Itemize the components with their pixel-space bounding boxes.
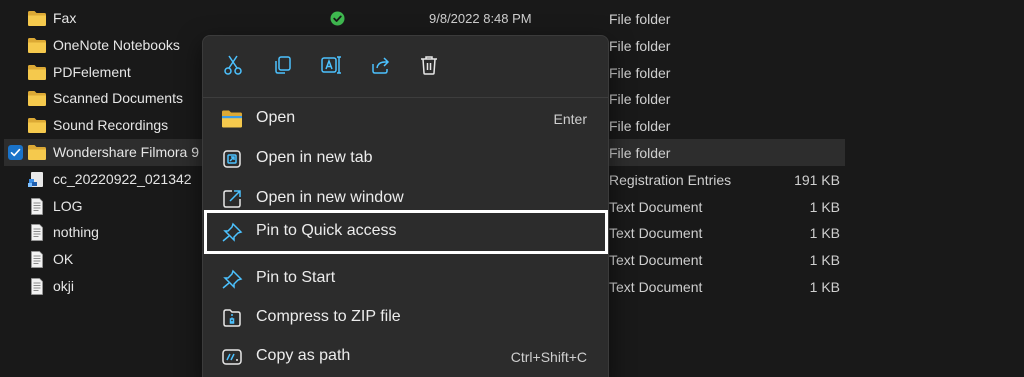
- synced-check-icon: [330, 11, 345, 26]
- menu-item-pin-quick-access[interactable]: Pin to Quick access: [204, 210, 608, 254]
- menu-item-label: Open in new tab: [256, 149, 373, 166]
- new-window-icon: [223, 190, 241, 208]
- file-size: 1 KB: [809, 279, 840, 295]
- text-file-icon: [31, 251, 43, 269]
- file-type: Text Document: [609, 198, 703, 215]
- text-file-icon: [31, 224, 43, 242]
- checkmark-icon: [10, 148, 21, 157]
- new-tab-icon: [223, 150, 241, 168]
- registry-file-icon: [28, 171, 43, 187]
- file-name: cc_20220922_021342: [53, 170, 192, 187]
- folder-icon: [28, 37, 46, 53]
- copy-path-icon: [222, 349, 242, 365]
- cut-button[interactable]: [221, 53, 245, 77]
- file-name: OneNote Notebooks: [53, 36, 180, 53]
- pin-icon: [222, 222, 243, 242]
- file-row-fax[interactable]: Fax 9/8/2022 8:48 PM File folder: [0, 5, 1024, 32]
- file-type: File folder: [609, 11, 671, 27]
- shortcut-label: Enter: [553, 111, 587, 127]
- file-size: 191 KB: [794, 171, 840, 188]
- folder-icon: [28, 118, 46, 134]
- menu-item-label: Open in new window: [256, 189, 404, 206]
- text-file-icon: [31, 197, 43, 215]
- file-name: LOG: [53, 197, 83, 214]
- menu-item-open[interactable]: Open Enter: [207, 100, 605, 138]
- share-button[interactable]: [368, 53, 392, 77]
- file-name: Fax: [53, 10, 77, 26]
- share-icon: [372, 57, 390, 74]
- file-name: Scanned Documents: [53, 90, 183, 107]
- rename-button[interactable]: [319, 53, 343, 77]
- file-type: Registration Entries: [609, 171, 732, 188]
- menu-item-label: Pin to Quick access: [256, 222, 397, 239]
- file-name: Wondershare Filmora 9: [53, 144, 200, 160]
- file-size: 1 KB: [809, 252, 840, 269]
- file-name: nothing: [53, 224, 99, 241]
- menu-item-label: Copy as path: [256, 347, 351, 364]
- menu-item-label: Compress to ZIP file: [256, 308, 401, 325]
- file-type: Text Document: [609, 225, 703, 242]
- menu-item-label: Open: [256, 109, 296, 126]
- zip-icon: [223, 309, 241, 327]
- menu-item-open-new-tab[interactable]: Open in new tab: [207, 140, 605, 178]
- folder-open-icon: [222, 110, 242, 128]
- file-type: File folder: [609, 37, 671, 54]
- file-size: 1 KB: [809, 225, 840, 242]
- file-type: File folder: [609, 64, 671, 81]
- menu-item-compress-zip[interactable]: Compress to ZIP file: [207, 299, 605, 337]
- file-type: File folder: [609, 91, 671, 108]
- context-menu: Open Enter Open in new tab Open in new w…: [202, 35, 609, 377]
- pin-icon: [222, 269, 243, 289]
- menu-separator: [203, 97, 608, 98]
- file-type: File folder: [609, 118, 671, 135]
- folder-icon: [28, 64, 46, 80]
- file-type: Text Document: [609, 252, 703, 269]
- file-size: 1 KB: [809, 198, 840, 215]
- context-menu-toolbar: [203, 36, 608, 94]
- copy-icon: [275, 56, 291, 74]
- selection-checkbox[interactable]: [8, 145, 23, 160]
- folder-icon: [28, 91, 46, 107]
- file-date: 9/8/2022 8:48 PM: [429, 11, 532, 26]
- file-name: OK: [53, 251, 74, 268]
- file-type: Text Document: [609, 279, 703, 295]
- file-type: File folder: [609, 145, 671, 161]
- rename-icon: [321, 56, 341, 74]
- cut-icon: [224, 55, 242, 75]
- shortcut-label: Ctrl+Shift+C: [510, 349, 587, 365]
- file-name: okji: [53, 278, 75, 294]
- menu-item-copy-as-path[interactable]: Copy as path Ctrl+Shift+C: [207, 338, 605, 376]
- menu-item-pin-to-start[interactable]: Pin to Start: [207, 260, 605, 298]
- folder-icon: [28, 145, 46, 160]
- text-file-icon: [31, 278, 43, 295]
- file-name: PDFelement: [53, 63, 131, 80]
- file-name: Sound Recordings: [53, 117, 169, 134]
- delete-button[interactable]: [417, 53, 441, 77]
- delete-icon: [421, 56, 437, 75]
- menu-item-label: Pin to Start: [256, 269, 336, 286]
- copy-button[interactable]: [270, 53, 294, 77]
- folder-icon: [28, 11, 46, 26]
